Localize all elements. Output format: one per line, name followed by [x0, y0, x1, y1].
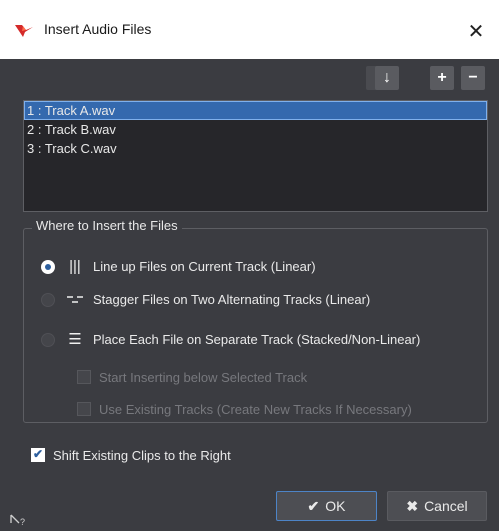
radio-label: Place Each File on Separate Track (Stack… [93, 332, 421, 347]
radio-button[interactable] [41, 333, 55, 347]
shift-clips-checkbox[interactable]: Shift Existing Clips to the Right [31, 447, 331, 465]
checkbox[interactable] [31, 447, 45, 462]
app-logo-icon [15, 25, 33, 37]
checkbox-label: Use Existing Tracks (Create New Tracks I… [99, 402, 412, 417]
use-existing-tracks-checkbox[interactable]: Use Existing Tracks (Create New Tracks I… [77, 401, 477, 419]
list-item[interactable]: 1 : Track A.wav [24, 101, 487, 120]
title-bar: Insert Audio Files ✕ [0, 0, 499, 59]
stagger-tracks-icon [65, 290, 85, 310]
resize-grip-icon[interactable]: ? [8, 511, 28, 527]
group-title: Where to Insert the Files [32, 218, 182, 233]
add-file-button[interactable]: + [430, 66, 454, 90]
checkmark-icon: ✔ [307, 498, 320, 514]
stacked-tracks-icon: ☰ [68, 331, 82, 348]
radio-button[interactable] [41, 293, 55, 307]
checkbox[interactable] [77, 402, 91, 416]
ok-button[interactable]: ✔ OK [276, 491, 377, 521]
cancel-button[interactable]: ✖ Cancel [387, 491, 487, 521]
list-item[interactable]: 3 : Track C.wav [24, 139, 487, 158]
radio-stagger-option[interactable]: Stagger Files on Two Alternating Tracks … [41, 290, 481, 310]
checkbox[interactable] [77, 370, 91, 384]
x-icon: ✖ [406, 498, 419, 514]
start-below-selected-checkbox[interactable]: Start Inserting below Selected Track [77, 369, 377, 387]
svg-text:?: ? [20, 517, 25, 527]
close-icon[interactable]: ✕ [453, 14, 499, 50]
radio-button[interactable] [41, 260, 55, 274]
cancel-label: Cancel [424, 498, 468, 514]
linear-tracks-icon: ||| [69, 258, 81, 275]
ok-label: OK [325, 498, 346, 514]
window-title: Insert Audio Files [44, 21, 152, 37]
radio-label: Line up Files on Current Track (Linear) [93, 259, 316, 274]
remove-file-button[interactable]: − [461, 66, 485, 90]
move-down-button[interactable]: ↓ [375, 66, 399, 90]
radio-linear-option[interactable]: ||| Line up Files on Current Track (Line… [41, 257, 481, 277]
checkbox-label: Start Inserting below Selected Track [99, 370, 308, 385]
radio-stacked-option[interactable]: ☰ Place Each File on Separate Track (Sta… [41, 330, 481, 350]
checkbox-label: Shift Existing Clips to the Right [53, 448, 231, 463]
list-item[interactable]: 2 : Track B.wav [24, 120, 487, 139]
radio-label: Stagger Files on Two Alternating Tracks … [93, 292, 371, 307]
file-list[interactable]: 1 : Track A.wav 2 : Track B.wav 3 : Trac… [23, 100, 488, 212]
